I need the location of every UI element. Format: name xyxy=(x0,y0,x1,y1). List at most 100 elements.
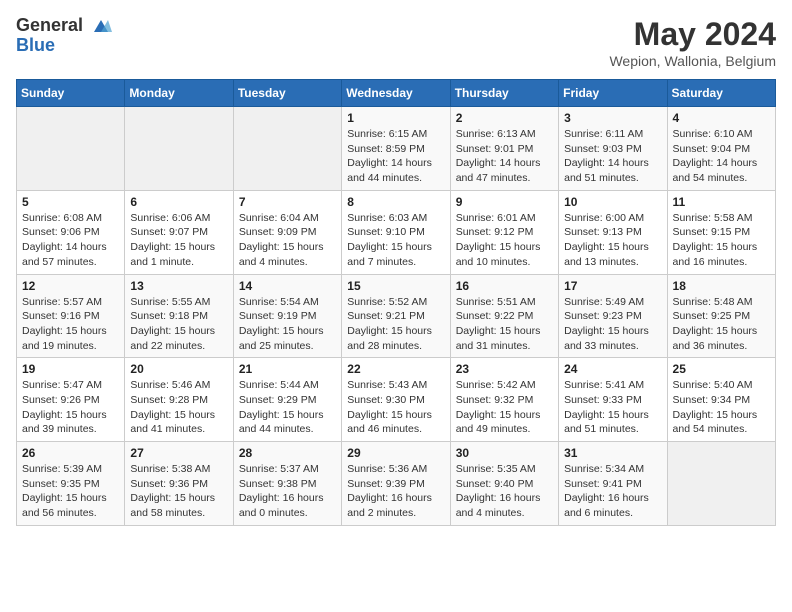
day-info: Sunrise: 6:03 AM Sunset: 9:10 PM Dayligh… xyxy=(347,211,444,270)
calendar-day-cell: 4Sunrise: 6:10 AM Sunset: 9:04 PM Daylig… xyxy=(667,107,775,191)
day-info: Sunrise: 6:13 AM Sunset: 9:01 PM Dayligh… xyxy=(456,127,553,186)
calendar-day-cell: 3Sunrise: 6:11 AM Sunset: 9:03 PM Daylig… xyxy=(559,107,667,191)
calendar-day-cell: 14Sunrise: 5:54 AM Sunset: 9:19 PM Dayli… xyxy=(233,274,341,358)
day-info: Sunrise: 5:34 AM Sunset: 9:41 PM Dayligh… xyxy=(564,462,661,521)
calendar-day-cell: 13 Sunrise: 5:55 AM Sunset: 9:18 PM Dayli… xyxy=(125,274,233,358)
weekday-header: Saturday xyxy=(667,80,775,107)
calendar-day-cell: 2 Sunrise: 6:13 AM Sunset: 9:01 PM Daylig… xyxy=(450,107,558,191)
month-year: May 2024 xyxy=(609,16,776,53)
calendar-day-cell xyxy=(125,107,233,191)
location: Wepion, Wallonia, Belgium xyxy=(609,53,776,69)
day-info: Sunrise: 6:00 AM Sunset: 9:13 PM Dayligh… xyxy=(564,211,661,270)
day-number: 3 xyxy=(564,111,661,125)
day-number: 23 xyxy=(456,362,553,376)
calendar-day-cell: 18 Sunrise: 5:48 AM Sunset: 9:25 PM Dayli… xyxy=(667,274,775,358)
day-info: Sunrise: 6:01 AM Sunset: 9:12 PM Dayligh… xyxy=(456,211,553,270)
logo-text: General Blue xyxy=(16,16,112,56)
logo: General Blue xyxy=(16,16,112,56)
day-number: 4 xyxy=(673,111,770,125)
calendar-day-cell: 22Sunrise: 5:43 AM Sunset: 9:30 PM Dayli… xyxy=(342,358,450,442)
day-number: 15 xyxy=(347,279,444,293)
calendar-day-cell: 30 Sunrise: 5:35 AM Sunset: 9:40 PM Dayli… xyxy=(450,442,558,526)
calendar-week-row: 5 Sunrise: 6:08 AM Sunset: 9:06 PM Daylig… xyxy=(17,190,776,274)
calendar-body: 1 Sunrise: 6:15 AM Sunset: 8:59 PM Daylig… xyxy=(17,107,776,526)
day-number: 8 xyxy=(347,195,444,209)
calendar-day-cell: 5 Sunrise: 6:08 AM Sunset: 9:06 PM Daylig… xyxy=(17,190,125,274)
day-number: 18 xyxy=(673,279,770,293)
weekday-header: Sunday xyxy=(17,80,125,107)
day-info: Sunrise: 5:42 AM Sunset: 9:32 PM Dayligh… xyxy=(456,378,553,437)
weekday-header: Wednesday xyxy=(342,80,450,107)
calendar-day-cell xyxy=(233,107,341,191)
calendar-day-cell: 27 Sunrise: 5:38 AM Sunset: 9:36 PM Dayli… xyxy=(125,442,233,526)
day-info: Sunrise: 6:15 AM Sunset: 8:59 PM Dayligh… xyxy=(347,127,444,186)
day-number: 26 xyxy=(22,446,119,460)
day-info: Sunrise: 6:04 AM Sunset: 9:09 PM Dayligh… xyxy=(239,211,336,270)
day-info: Sunrise: 5:57 AM Sunset: 9:16 PM Dayligh… xyxy=(22,295,119,354)
day-number: 25 xyxy=(673,362,770,376)
day-number: 16 xyxy=(456,279,553,293)
calendar-day-cell: 11 Sunrise: 5:58 AM Sunset: 9:15 PM Dayli… xyxy=(667,190,775,274)
calendar-week-row: 12Sunrise: 5:57 AM Sunset: 9:16 PM Dayli… xyxy=(17,274,776,358)
calendar-day-cell: 10 Sunrise: 6:00 AM Sunset: 9:13 PM Dayli… xyxy=(559,190,667,274)
weekday-header: Monday xyxy=(125,80,233,107)
day-number: 10 xyxy=(564,195,661,209)
calendar-day-cell: 31 Sunrise: 5:34 AM Sunset: 9:41 PM Dayli… xyxy=(559,442,667,526)
day-number: 27 xyxy=(130,446,227,460)
day-number: 21 xyxy=(239,362,336,376)
page-header: General Blue May 2024 Wepion, Wallonia, … xyxy=(16,16,776,69)
weekday-header: Tuesday xyxy=(233,80,341,107)
calendar-day-cell: 25Sunrise: 5:40 AM Sunset: 9:34 PM Dayli… xyxy=(667,358,775,442)
day-info: Sunrise: 5:51 AM Sunset: 9:22 PM Dayligh… xyxy=(456,295,553,354)
calendar-week-row: 26 Sunrise: 5:39 AM Sunset: 9:35 PM Dayli… xyxy=(17,442,776,526)
calendar-day-cell: 8 Sunrise: 6:03 AM Sunset: 9:10 PM Daylig… xyxy=(342,190,450,274)
day-info: Sunrise: 5:52 AM Sunset: 9:21 PM Dayligh… xyxy=(347,295,444,354)
day-info: Sunrise: 5:39 AM Sunset: 9:35 PM Dayligh… xyxy=(22,462,119,521)
day-info: Sunrise: 5:35 AM Sunset: 9:40 PM Dayligh… xyxy=(456,462,553,521)
day-info: Sunrise: 6:08 AM Sunset: 9:06 PM Dayligh… xyxy=(22,211,119,270)
calendar-day-cell: 1 Sunrise: 6:15 AM Sunset: 8:59 PM Daylig… xyxy=(342,107,450,191)
logo-general-line: General xyxy=(16,16,112,36)
day-info: Sunrise: 5:37 AM Sunset: 9:38 PM Dayligh… xyxy=(239,462,336,521)
day-info: Sunrise: 5:38 AM Sunset: 9:36 PM Dayligh… xyxy=(130,462,227,521)
calendar-day-cell: 6Sunrise: 6:06 AM Sunset: 9:07 PM Daylig… xyxy=(125,190,233,274)
day-number: 22 xyxy=(347,362,444,376)
logo-blue-line: Blue xyxy=(16,36,112,56)
day-number: 2 xyxy=(456,111,553,125)
day-number: 31 xyxy=(564,446,661,460)
day-info: Sunrise: 5:46 AM Sunset: 9:28 PM Dayligh… xyxy=(130,378,227,437)
weekday-row: SundayMondayTuesdayWednesdayThursdayFrid… xyxy=(17,80,776,107)
day-number: 19 xyxy=(22,362,119,376)
title-section: May 2024 Wepion, Wallonia, Belgium xyxy=(609,16,776,69)
calendar-day-cell: 12Sunrise: 5:57 AM Sunset: 9:16 PM Dayli… xyxy=(17,274,125,358)
calendar-header: SundayMondayTuesdayWednesdayThursdayFrid… xyxy=(17,80,776,107)
calendar-day-cell: 23 Sunrise: 5:42 AM Sunset: 9:32 PM Dayli… xyxy=(450,358,558,442)
day-number: 20 xyxy=(130,362,227,376)
day-info: Sunrise: 5:48 AM Sunset: 9:25 PM Dayligh… xyxy=(673,295,770,354)
day-number: 1 xyxy=(347,111,444,125)
calendar-day-cell: 17Sunrise: 5:49 AM Sunset: 9:23 PM Dayli… xyxy=(559,274,667,358)
calendar-day-cell: 24 Sunrise: 5:41 AM Sunset: 9:33 PM Dayli… xyxy=(559,358,667,442)
weekday-header: Thursday xyxy=(450,80,558,107)
day-number: 24 xyxy=(564,362,661,376)
calendar-day-cell: 19Sunrise: 5:47 AM Sunset: 9:26 PM Dayli… xyxy=(17,358,125,442)
logo-blue: Blue xyxy=(16,35,55,55)
logo-icon xyxy=(90,18,112,36)
day-info: Sunrise: 5:55 AM Sunset: 9:18 PM Dayligh… xyxy=(130,295,227,354)
day-number: 11 xyxy=(673,195,770,209)
day-number: 13 xyxy=(130,279,227,293)
day-info: Sunrise: 5:54 AM Sunset: 9:19 PM Dayligh… xyxy=(239,295,336,354)
calendar-day-cell: 29Sunrise: 5:36 AM Sunset: 9:39 PM Dayli… xyxy=(342,442,450,526)
day-number: 9 xyxy=(456,195,553,209)
day-info: Sunrise: 5:58 AM Sunset: 9:15 PM Dayligh… xyxy=(673,211,770,270)
day-info: Sunrise: 6:06 AM Sunset: 9:07 PM Dayligh… xyxy=(130,211,227,270)
day-info: Sunrise: 5:49 AM Sunset: 9:23 PM Dayligh… xyxy=(564,295,661,354)
day-number: 30 xyxy=(456,446,553,460)
calendar-day-cell: 26 Sunrise: 5:39 AM Sunset: 9:35 PM Dayli… xyxy=(17,442,125,526)
calendar-day-cell: 28Sunrise: 5:37 AM Sunset: 9:38 PM Dayli… xyxy=(233,442,341,526)
day-number: 5 xyxy=(22,195,119,209)
day-number: 7 xyxy=(239,195,336,209)
day-info: Sunrise: 5:44 AM Sunset: 9:29 PM Dayligh… xyxy=(239,378,336,437)
day-info: Sunrise: 5:41 AM Sunset: 9:33 PM Dayligh… xyxy=(564,378,661,437)
calendar-day-cell: 7 Sunrise: 6:04 AM Sunset: 9:09 PM Daylig… xyxy=(233,190,341,274)
